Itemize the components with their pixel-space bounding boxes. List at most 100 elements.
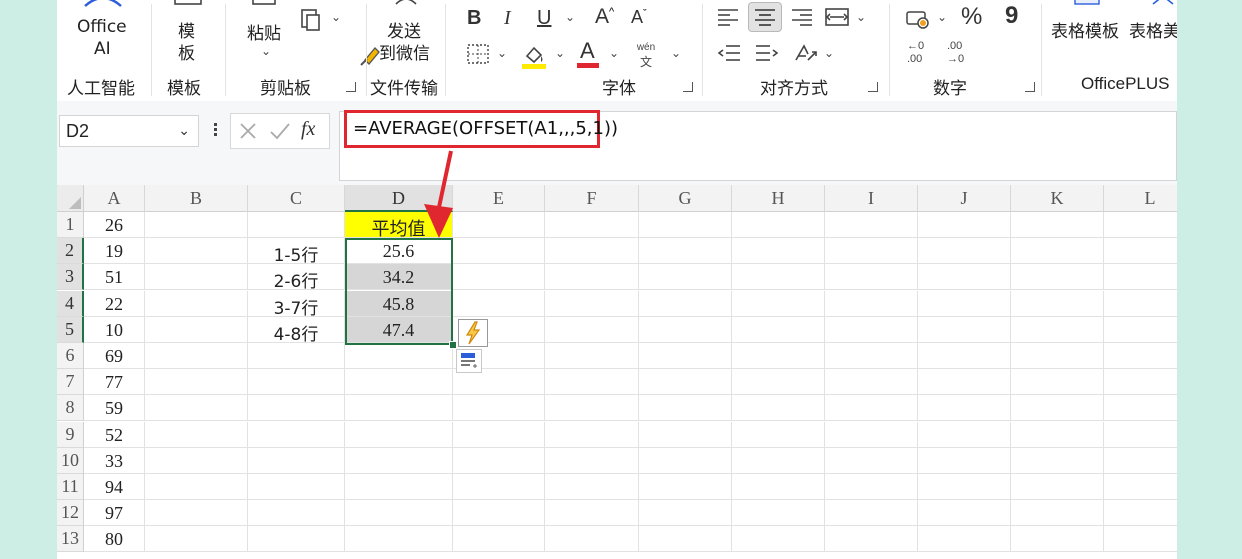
copy-button[interactable]: ⌄ — [299, 6, 349, 32]
row-header-7[interactable]: 7 — [57, 369, 84, 396]
cell-b7[interactable] — [145, 369, 248, 396]
cell-g9[interactable] — [639, 421, 732, 448]
phonetic-guide-icon[interactable]: wén 文 — [633, 42, 659, 72]
cell-g7[interactable] — [639, 369, 732, 396]
cell-f12[interactable] — [545, 500, 639, 527]
decrease-indent-icon[interactable] — [716, 42, 742, 64]
cell-c5[interactable]: 4-8行 — [248, 316, 345, 345]
cell-h9[interactable] — [732, 421, 825, 448]
cell-d11[interactable] — [345, 474, 453, 500]
paste-options-button[interactable] — [456, 349, 482, 373]
confirm-icon[interactable] — [269, 122, 291, 140]
cell-k7[interactable] — [1011, 369, 1104, 396]
row-header-11[interactable]: 11 — [57, 474, 84, 500]
cell-f11[interactable] — [545, 474, 639, 500]
function-icon[interactable]: fx — [301, 118, 315, 141]
chevron-down-icon[interactable]: ⌄ — [178, 122, 190, 139]
increase-decimal-icon[interactable]: ←0 .00 — [907, 40, 933, 68]
underline-icon[interactable]: U — [537, 8, 551, 28]
row-header-4[interactable]: 4 — [57, 290, 84, 317]
cell-h3[interactable] — [732, 264, 825, 291]
cell-b13[interactable] — [145, 526, 248, 553]
cell-a7[interactable]: 77 — [84, 369, 145, 396]
cell-e2[interactable] — [453, 238, 545, 265]
column-header-d[interactable]: D — [345, 185, 453, 212]
cell-i9[interactable] — [825, 421, 918, 448]
cell-e3[interactable] — [453, 264, 545, 291]
row-header-13[interactable]: 13 — [57, 526, 84, 553]
number-launcher-icon[interactable] — [1025, 82, 1035, 92]
cell-j3[interactable] — [918, 264, 1011, 291]
border-dropdown-caret[interactable]: ⌄ — [497, 46, 507, 60]
cell-j9[interactable] — [918, 421, 1011, 448]
cell-b3[interactable] — [145, 264, 248, 291]
row-header-12[interactable]: 12 — [57, 500, 84, 527]
cell-e12[interactable] — [453, 500, 545, 527]
column-header-i[interactable]: I — [825, 185, 918, 212]
more-options-icon[interactable] — [212, 121, 218, 141]
cell-k13[interactable] — [1011, 526, 1104, 553]
column-header-k[interactable]: K — [1011, 185, 1104, 212]
cell-l5[interactable] — [1104, 317, 1177, 343]
quick-analysis-button[interactable] — [458, 318, 488, 347]
cell-l13[interactable] — [1104, 526, 1177, 553]
cancel-icon[interactable] — [239, 122, 257, 140]
cell-j5[interactable] — [918, 316, 1011, 343]
cell-c10[interactable] — [248, 447, 345, 474]
cell-i4[interactable] — [825, 290, 918, 317]
cell-k1[interactable] — [1011, 212, 1104, 238]
orientation-icon[interactable] — [792, 40, 820, 66]
cell-a2[interactable]: 19 — [84, 238, 145, 265]
table-beautify-button[interactable]: 表格美 — [1129, 0, 1177, 42]
cell-d13[interactable] — [345, 526, 453, 553]
copy-dropdown-caret[interactable]: ⌄ — [331, 10, 341, 24]
cell-g3[interactable] — [639, 264, 732, 291]
cell-i3[interactable] — [825, 264, 918, 291]
column-header-f[interactable]: F — [545, 185, 639, 212]
cell-f2[interactable] — [545, 238, 639, 265]
cell-k11[interactable] — [1011, 474, 1104, 500]
cell-d6[interactable] — [345, 343, 453, 369]
cell-l9[interactable] — [1104, 422, 1177, 448]
font-grow-icon[interactable]: A^ — [595, 6, 614, 28]
cell-c13[interactable] — [248, 526, 345, 553]
cell-b11[interactable] — [145, 474, 248, 500]
cell-k4[interactable] — [1011, 290, 1104, 317]
select-all-corner[interactable] — [57, 185, 84, 212]
cell-i1[interactable] — [825, 212, 918, 238]
cell-c7[interactable] — [248, 369, 345, 396]
row-header-6[interactable]: 6 — [57, 343, 84, 369]
cell-f4[interactable] — [545, 290, 639, 317]
cell-d7[interactable] — [345, 369, 453, 396]
column-header-b[interactable]: B — [145, 185, 248, 212]
cell-j10[interactable] — [918, 447, 1011, 474]
cell-h2[interactable] — [732, 238, 825, 265]
cell-i11[interactable] — [825, 474, 918, 500]
cell-c9[interactable] — [248, 421, 345, 448]
cell-g12[interactable] — [639, 500, 732, 527]
cell-f7[interactable] — [545, 369, 639, 396]
cell-l8[interactable] — [1104, 395, 1177, 422]
cell-h11[interactable] — [732, 474, 825, 500]
cell-c3[interactable]: 2-6行 — [248, 264, 345, 292]
cell-a6[interactable]: 69 — [84, 343, 145, 369]
cell-i10[interactable] — [825, 447, 918, 474]
cell-a1[interactable]: 26 — [84, 212, 145, 238]
cell-l12[interactable] — [1104, 500, 1177, 527]
cell-l11[interactable] — [1104, 474, 1177, 500]
cell-j7[interactable] — [918, 369, 1011, 396]
cell-k5[interactable] — [1011, 316, 1104, 343]
underline-dropdown-caret[interactable]: ⌄ — [565, 10, 575, 24]
cell-k3[interactable] — [1011, 264, 1104, 291]
italic-icon[interactable]: I — [504, 8, 511, 28]
row-header-3[interactable]: 3 — [57, 264, 84, 291]
font-shrink-icon[interactable]: Aˇ — [631, 8, 647, 28]
cell-j12[interactable] — [918, 500, 1011, 527]
cell-h12[interactable] — [732, 500, 825, 527]
cell-g10[interactable] — [639, 447, 732, 474]
fill-color-dropdown-caret[interactable]: ⌄ — [555, 46, 565, 60]
cell-l7[interactable] — [1104, 369, 1177, 396]
cell-i7[interactable] — [825, 369, 918, 396]
table-template-button[interactable]: 表格模板 — [1051, 0, 1123, 42]
cell-b1[interactable] — [145, 212, 248, 238]
